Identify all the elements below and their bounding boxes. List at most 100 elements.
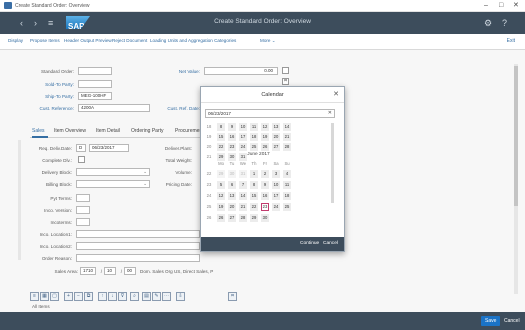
calendar-day[interactable]: 21 [239,203,247,211]
calendar-day[interactable]: 9 [261,181,269,189]
calendar-day[interactable]: 12 [217,192,225,200]
main-scrollbar[interactable] [514,64,518,294]
calendar-day[interactable]: 25 [250,143,258,151]
calendar-day[interactable]: 28 [283,143,291,151]
tab-sales[interactable]: Sales [32,128,45,134]
calendar-day[interactable]: 29 [250,214,258,222]
toolbar-loading-units[interactable]: Loading Units and Aggregation Categories [150,38,236,43]
insert-row-icon[interactable]: + [64,292,73,301]
distribution-channel-input[interactable]: 10 [104,267,116,275]
ship-to-party-input[interactable]: MEG-100HF [78,92,112,100]
calendar-day[interactable]: 1 [250,170,258,178]
calendar-day[interactable]: 14 [239,192,247,200]
more-icon[interactable]: ⋯ [162,292,171,301]
help-icon[interactable]: ? [502,17,507,29]
save-button[interactable]: Save [481,316,501,326]
calendar-day[interactable]: 26 [261,143,269,151]
details-icon[interactable]: ▤ [142,292,151,301]
help-list-icon[interactable]: ⌗ [228,292,237,301]
calendar-selected-day[interactable]: 23 [261,203,269,211]
calendar-day[interactable]: 16 [228,133,236,141]
calendar-day[interactable]: 11 [250,123,258,131]
calendar-day[interactable]: 4 [283,170,291,178]
sold-to-party-label[interactable]: Sold-To Party: [22,82,74,87]
calendar-day[interactable]: 27 [228,214,236,222]
calendar-day[interactable]: 27 [272,143,280,151]
toolbar-reject-document[interactable]: Reject Document [112,38,147,43]
sold-to-party-input[interactable] [78,80,112,88]
tab-ordering-party[interactable]: Ordering Party [131,128,164,134]
calendar-day[interactable]: 28 [239,214,247,222]
tab-item-overview[interactable]: Item Overview [54,128,86,134]
calendar-day[interactable]: 24 [272,203,280,211]
calendar-date-input[interactable]: 06/23/2017 ✕ [205,109,335,118]
inco-version-input[interactable] [76,206,90,214]
calendar-day[interactable]: 30 [228,170,236,178]
calendar-day[interactable]: 9 [228,123,236,131]
exit-button[interactable]: Exit [507,38,515,44]
calendar-day[interactable]: 18 [250,133,258,141]
req-deliv-date-type[interactable]: D [76,144,86,152]
ship-to-party-label[interactable]: Ship-To Party: [22,94,74,99]
calendar-day[interactable]: 17 [239,133,247,141]
calendar-day[interactable]: 20 [272,133,280,141]
cancel-button[interactable]: Cancel [500,316,524,326]
minimize-button[interactable]: – [484,1,488,11]
calendar-day[interactable]: 30 [261,214,269,222]
calendar-day[interactable]: 20 [228,203,236,211]
calendar-day[interactable]: 10 [239,123,247,131]
complete-dlv-checkbox[interactable] [78,156,85,163]
inco-location1-input[interactable] [76,230,200,238]
edit-icon[interactable]: ✎ [152,292,161,301]
calendar-day[interactable]: 3 [272,170,280,178]
calendar-day[interactable]: 19 [217,203,225,211]
cust-ref-date-label[interactable]: Cust. Ref. Date: [160,106,200,111]
close-window-button[interactable]: ✕ [513,1,519,11]
calendar-day[interactable]: 13 [272,123,280,131]
net-value-icon[interactable]: ⌗ [282,78,289,85]
deselect-icon[interactable]: ▢ [50,292,59,301]
settings-icon[interactable]: ⚙ [484,17,492,29]
calendar-day[interactable]: 24 [239,143,247,151]
req-deliv-date-input[interactable]: 06/23/2017 [89,144,129,152]
calendar-day[interactable]: 8 [250,181,258,189]
calendar-day[interactable]: 17 [272,192,280,200]
calendar-day[interactable]: 25 [283,203,291,211]
clear-icon[interactable]: ✕ [328,110,332,117]
calendar-day[interactable]: 22 [250,203,258,211]
select-all-icon[interactable]: ▦ [40,292,49,301]
billing-block-select[interactable]: ⌄ [76,180,150,188]
toolbar-header-output-preview[interactable]: Header Output Preview [64,38,112,43]
cust-reference-label[interactable]: Cust. Reference: [22,106,74,111]
calendar-day[interactable]: 11 [283,181,291,189]
calendar-day[interactable]: 6 [228,181,236,189]
toolbar-more[interactable]: More ⌄ [260,38,276,44]
incoterms-input[interactable] [76,218,90,226]
calendar-day[interactable]: 29 [217,170,225,178]
calendar-day[interactable]: 7 [239,181,247,189]
order-reason-select[interactable] [76,254,200,262]
calendar-day[interactable]: 10 [272,181,280,189]
calendar-day[interactable]: 22 [217,143,225,151]
calendar-continue-button[interactable]: Continue [300,240,319,248]
calendar-day[interactable]: 23 [228,143,236,151]
tab-item-detail[interactable]: Item Detail [96,128,120,134]
left-scrollbar[interactable] [18,140,21,260]
calendar-day[interactable]: 13 [228,192,236,200]
standard-order-input[interactable] [78,67,112,75]
division-input[interactable]: 00 [124,267,136,275]
calendar-day[interactable]: 16 [261,192,269,200]
calendar-day[interactable]: 14 [283,123,291,131]
toolbar-propose-items[interactable]: Propose Items [30,38,60,43]
delivery-block-select[interactable]: ⌄ [76,168,150,176]
calendar-day[interactable]: 21 [283,133,291,141]
calendar-day[interactable]: 19 [261,133,269,141]
maximize-button[interactable]: □ [499,1,503,11]
sort-descending-icon[interactable]: ↓ [108,292,117,301]
filter-icon[interactable]: ⊽ [118,292,127,301]
calendar-day[interactable]: 15 [217,133,225,141]
copy-icon[interactable]: ⧉ [84,292,93,301]
table-settings-icon[interactable]: ≡ [30,292,39,301]
calendar-day[interactable]: 8 [217,123,225,131]
calendar-day[interactable]: 15 [250,192,258,200]
